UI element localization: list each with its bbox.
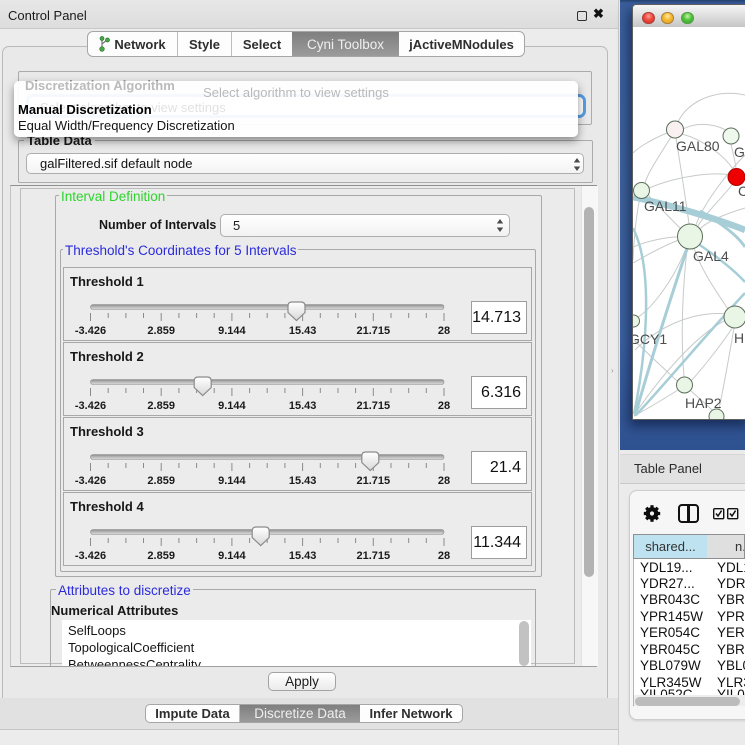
svg-text:21.715: 21.715 [356,550,390,562]
svg-text:15.43: 15.43 [289,550,317,562]
svg-text:2.859: 2.859 [147,550,175,562]
svg-text:15.43: 15.43 [289,400,317,412]
svg-text:GCY1: GCY1 [633,331,667,347]
svg-text:-3.426: -3.426 [75,475,106,487]
svg-text:H: H [734,330,744,346]
svg-text:GAL80: GAL80 [676,138,720,154]
svg-text:9.144: 9.144 [218,475,246,487]
svg-text:15.43: 15.43 [289,325,317,337]
svg-text:-3.426: -3.426 [75,550,106,562]
svg-text:15.43: 15.43 [289,475,317,487]
svg-text:28: 28 [438,550,450,562]
svg-text:28: 28 [438,400,450,412]
svg-text:9.144: 9.144 [218,550,246,562]
svg-text:28: 28 [438,475,450,487]
svg-text:C: C [738,183,745,199]
svg-text:21.715: 21.715 [356,400,390,412]
svg-text:28: 28 [438,325,450,337]
svg-text:21.715: 21.715 [356,475,390,487]
svg-text:2.859: 2.859 [147,400,175,412]
svg-text:-3.426: -3.426 [75,325,106,337]
svg-text:2.859: 2.859 [147,325,175,337]
svg-text:GAL11: GAL11 [644,198,687,214]
svg-text:HAP2: HAP2 [685,395,722,411]
svg-text:9.144: 9.144 [218,400,246,412]
svg-text:9.144: 9.144 [218,325,246,337]
svg-text:21.715: 21.715 [356,325,390,337]
svg-text:-3.426: -3.426 [75,400,106,412]
svg-text:GAL4: GAL4 [693,248,729,264]
svg-text:GA: GA [734,144,745,160]
svg-text:2.859: 2.859 [147,475,175,487]
